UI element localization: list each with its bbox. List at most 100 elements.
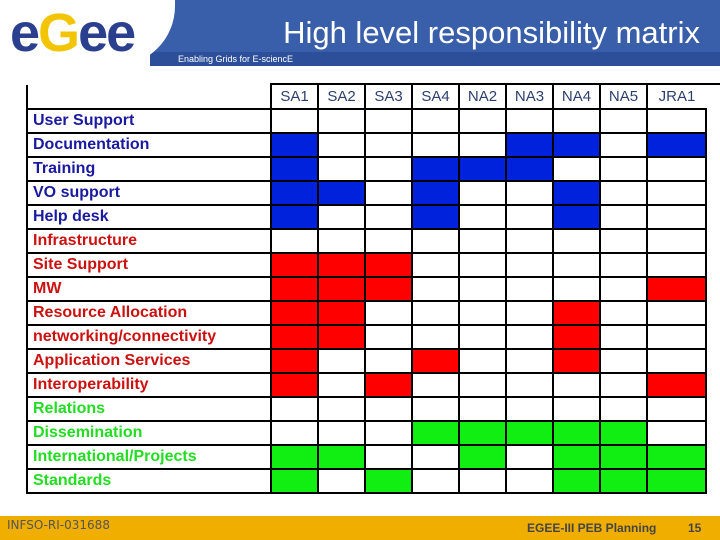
matrix-cell-na2	[458, 180, 507, 206]
matrix-cell-na4	[552, 108, 601, 134]
matrix-cell-sa2	[317, 420, 366, 446]
column-header-sa3: SA3	[364, 85, 412, 109]
matrix-cell-sa4	[411, 276, 460, 302]
matrix-cell-na5	[599, 252, 648, 278]
matrix-cell-sa2	[317, 324, 366, 350]
matrix-cell-na2	[458, 468, 507, 494]
matrix-cell-na5	[599, 204, 648, 230]
row-label: Relations	[26, 396, 272, 422]
table-row: Documentation	[26, 132, 707, 158]
matrix-cell-sa3	[364, 132, 413, 158]
matrix-cell-jra1	[646, 396, 707, 422]
page-subtitle: Enabling Grids for E-sciencE	[178, 54, 294, 64]
matrix-cell-na2	[458, 396, 507, 422]
matrix-cell-jra1	[646, 372, 707, 398]
matrix-cell-sa4	[411, 420, 460, 446]
matrix-cell-na3	[505, 396, 554, 422]
matrix-cell-na5	[599, 180, 648, 206]
row-label: User Support	[26, 108, 272, 134]
matrix-cell-na3	[505, 156, 554, 182]
matrix-cell-sa1	[270, 276, 319, 302]
matrix-cell-na2	[458, 300, 507, 326]
matrix-cell-na5	[599, 444, 648, 470]
matrix-cell-na3	[505, 420, 554, 446]
matrix-cell-na4	[552, 396, 601, 422]
egee-logo: eGee	[10, 3, 136, 63]
table-row: MW	[26, 276, 707, 302]
matrix-cell-jra1	[646, 420, 707, 446]
matrix-cell-sa3	[364, 324, 413, 350]
matrix-cell-jra1	[646, 252, 707, 278]
matrix-cell-na5	[599, 156, 648, 182]
matrix-cell-jra1	[646, 324, 707, 350]
matrix-cell-na2	[458, 324, 507, 350]
matrix-cell-sa3	[364, 252, 413, 278]
matrix-cell-jra1	[646, 276, 707, 302]
matrix-cell-na5	[599, 228, 648, 254]
matrix-cell-na3	[505, 276, 554, 302]
matrix-cell-na3	[505, 372, 554, 398]
matrix-cell-sa3	[364, 444, 413, 470]
matrix-cell-na4	[552, 468, 601, 494]
matrix-cell-sa3	[364, 348, 413, 374]
matrix-cell-sa3	[364, 300, 413, 326]
column-header-na2: NA2	[458, 85, 506, 109]
column-header-na5: NA5	[599, 85, 647, 109]
matrix-cell-na3	[505, 204, 554, 230]
row-label: Interoperability	[26, 372, 272, 398]
matrix-cell-sa1	[270, 252, 319, 278]
table-row: Interoperability	[26, 372, 707, 398]
matrix-cell-sa3	[364, 204, 413, 230]
row-label: Documentation	[26, 132, 272, 158]
matrix-cell-sa2	[317, 132, 366, 158]
matrix-cell-jra1	[646, 180, 707, 206]
matrix-cell-sa2	[317, 108, 366, 134]
matrix-cell-sa2	[317, 348, 366, 374]
table-row: Application Services	[26, 348, 707, 374]
matrix-cell-na2	[458, 108, 507, 134]
table-row: Training	[26, 156, 707, 182]
row-label: Infrastructure	[26, 228, 272, 254]
row-label: Training	[26, 156, 272, 182]
footer-project-id: INFSO-RI-031688	[7, 518, 110, 532]
matrix-cell-sa2	[317, 468, 366, 494]
matrix-cell-na3	[505, 180, 554, 206]
matrix-cell-sa3	[364, 396, 413, 422]
matrix-cell-sa1	[270, 108, 319, 134]
matrix-cell-na4	[552, 300, 601, 326]
matrix-cell-sa4	[411, 348, 460, 374]
matrix-cell-sa2	[317, 444, 366, 470]
matrix-cell-na5	[599, 132, 648, 158]
row-label: networking/connectivity	[26, 324, 272, 350]
matrix-cell-na4	[552, 204, 601, 230]
matrix-cell-na4	[552, 324, 601, 350]
footer-presentation-title: EGEE-III PEB Planning	[527, 521, 657, 535]
corner-cell	[26, 85, 271, 109]
matrix-cell-sa3	[364, 180, 413, 206]
matrix-cell-sa4	[411, 444, 460, 470]
matrix-cell-sa4	[411, 468, 460, 494]
table-row: networking/connectivity	[26, 324, 707, 350]
matrix-cell-sa1	[270, 228, 319, 254]
matrix-cell-sa1	[270, 420, 319, 446]
column-header-sa4: SA4	[411, 85, 459, 109]
table-row: Infrastructure	[26, 228, 707, 254]
responsibility-matrix: SA1 SA2 SA3 SA4 NA2 NA3 NA4 NA5 JRA1 User Suppor…	[26, 85, 707, 494]
table-row: International/Projects	[26, 444, 707, 470]
matrix-cell-jra1	[646, 300, 707, 326]
matrix-cell-sa1	[270, 324, 319, 350]
page-title: High level responsibility matrix	[283, 15, 700, 50]
matrix-cell-na5	[599, 276, 648, 302]
column-header-na4: NA4	[552, 85, 600, 109]
matrix-cell-sa1	[270, 396, 319, 422]
row-label: Site Support	[26, 252, 272, 278]
matrix-cell-na4	[552, 420, 601, 446]
column-header-sa2: SA2	[317, 85, 365, 109]
matrix-cell-na5	[599, 396, 648, 422]
matrix-cell-sa4	[411, 300, 460, 326]
row-label: VO support	[26, 180, 272, 206]
matrix-cell-na2	[458, 348, 507, 374]
matrix-cell-na2	[458, 420, 507, 446]
matrix-cell-na2	[458, 132, 507, 158]
matrix-cell-sa1	[270, 180, 319, 206]
